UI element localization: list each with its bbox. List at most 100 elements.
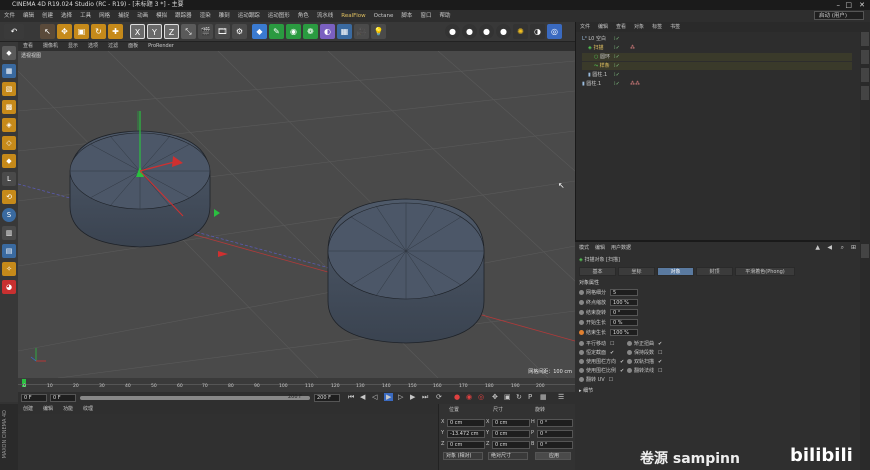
size-z-field[interactable]: 0 cm <box>492 441 530 449</box>
om-menu-bookmarks[interactable]: 书签 <box>666 22 684 32</box>
current-frame-field[interactable]: 0 F <box>21 394 47 402</box>
prev-frame-icon[interactable]: ◁ <box>372 393 377 401</box>
cylinder-right[interactable] <box>327 198 485 344</box>
rotation-b-field[interactable]: 0 ° <box>537 441 573 449</box>
camera-icon[interactable]: 🎥 <box>354 24 369 39</box>
menu-mograph[interactable]: 运动图形 <box>264 10 294 22</box>
mat-menu-edit[interactable]: 编辑 <box>38 404 58 414</box>
param-dot-icon[interactable] <box>627 368 632 373</box>
checkbox-icon[interactable]: ☐ <box>658 368 662 374</box>
checkbox-icon[interactable]: ✔ <box>620 368 624 374</box>
param-field[interactable]: 100 % <box>610 299 639 306</box>
maximize-icon[interactable]: □ <box>845 0 852 10</box>
menu-realflow[interactable]: RealFlow <box>337 10 369 22</box>
nav-back-icon[interactable]: ◀ <box>827 244 832 251</box>
lock-workplane-icon[interactable]: ▥ <box>2 226 16 240</box>
param-dot-icon[interactable] <box>579 290 584 295</box>
deformer-icon[interactable]: ◐ <box>320 24 335 39</box>
am-menu-userdata[interactable]: 用户数据 <box>611 244 631 251</box>
vp-menu-display[interactable]: 显示 <box>63 42 83 51</box>
menu-pipeline[interactable]: 流水线 <box>313 10 338 22</box>
checkbox-icon[interactable]: ✔ <box>620 359 624 365</box>
recent-tool-icon[interactable]: ✚ <box>108 24 123 39</box>
param-dot-icon[interactable] <box>579 341 584 346</box>
coordinate-mode-select[interactable]: 对象 (相对) <box>443 452 483 460</box>
scale-key-icon[interactable]: ▣ <box>504 393 511 401</box>
vp-menu-prorender[interactable]: ProRender <box>143 42 179 51</box>
record-icon[interactable]: ● <box>454 393 460 401</box>
end-frame-field[interactable]: 200 F <box>314 394 340 402</box>
coordinate-system-icon[interactable]: ⤡ <box>181 24 196 39</box>
menu-tools[interactable]: 工具 <box>76 10 95 22</box>
param-field[interactable]: 0 % <box>610 319 639 326</box>
tab-phong[interactable]: 平滑着色(Phong) <box>735 267 795 276</box>
param-dot-icon[interactable] <box>579 359 584 364</box>
om-menu-edit[interactable]: 编辑 <box>594 22 612 32</box>
tab-layers[interactable] <box>861 86 869 100</box>
checkbox-row[interactable]: 平行移动 ☐ <box>579 340 615 348</box>
visibility-icon[interactable]: ⁞✓ <box>614 44 620 52</box>
param-dot-icon[interactable] <box>627 341 632 346</box>
vp-menu-options[interactable]: 选项 <box>83 42 103 51</box>
vp-menu-cameras[interactable]: 摄像机 <box>38 42 63 51</box>
menu-octane[interactable]: Octane <box>370 10 398 22</box>
mat-menu-create[interactable]: 创建 <box>18 404 38 414</box>
object-row[interactable]: ▮ 圆柱.1 ⁞✓ ⁂⁂ <box>582 80 852 88</box>
edges-mode-icon[interactable]: ◇ <box>2 136 16 150</box>
workplane-icon[interactable]: ▩ <box>2 100 16 114</box>
om-menu-file[interactable]: 文件 <box>576 22 594 32</box>
octane-sun-icon[interactable]: ✺ <box>513 24 528 39</box>
tab-object[interactable]: 对象 <box>657 267 694 276</box>
material-list-area[interactable] <box>18 414 438 470</box>
vp-menu-view[interactable]: 查看 <box>18 42 38 51</box>
checkbox-row[interactable]: 使用围栏比例 ✔ <box>579 367 624 375</box>
menu-character[interactable]: 角色 <box>294 10 313 22</box>
tag-icon[interactable]: ⁂ <box>630 44 635 52</box>
checkbox-row[interactable]: 使用围栏方向 ✔ <box>579 358 624 366</box>
apply-button[interactable]: 应用 <box>535 452 571 460</box>
am-menu-mode[interactable]: 模式 <box>579 244 589 251</box>
timeline-ruler[interactable]: 0 10 20 30 40 50 60 70 80 90 100 110 120… <box>18 378 575 392</box>
tab-coord[interactable]: 坐标 <box>618 267 655 276</box>
param-dot-icon[interactable] <box>579 368 584 373</box>
octane-camera-icon[interactable]: ◎ <box>547 24 562 39</box>
z-axis-lock-icon[interactable]: Z <box>164 24 179 39</box>
play-icon[interactable]: ▶ <box>384 393 394 401</box>
array-icon[interactable]: ❁ <box>303 24 318 39</box>
octane-material-icon[interactable]: ● <box>462 24 477 39</box>
loop-icon[interactable]: ⟳ <box>436 393 442 401</box>
am-menu-edit[interactable]: 编辑 <box>595 244 605 251</box>
menu-snap[interactable]: 捕捉 <box>114 10 133 22</box>
checkbox-icon[interactable]: ☐ <box>658 350 662 356</box>
menu-script[interactable]: 脚本 <box>397 10 416 22</box>
vp-menu-filter[interactable]: 过滤 <box>103 42 123 51</box>
param-field[interactable]: 5 <box>610 289 639 296</box>
om-menu-view[interactable]: 查看 <box>612 22 630 32</box>
tab-attributes[interactable] <box>861 244 869 258</box>
axis-mode-icon[interactable]: L <box>2 172 16 186</box>
menu-mesh[interactable]: 网格 <box>95 10 114 22</box>
vp-menu-panel[interactable]: 面板 <box>123 42 143 51</box>
param-dot-icon[interactable] <box>579 310 584 315</box>
menu-simulate[interactable]: 模拟 <box>152 10 171 22</box>
menu-animate[interactable]: 动画 <box>133 10 152 22</box>
menu-help[interactable]: 帮助 <box>435 10 454 22</box>
menu-motion-tracking[interactable]: 运动跟踪 <box>234 10 264 22</box>
checkbox-row[interactable]: 双轨扫描 ✔ <box>627 358 662 366</box>
interface-select[interactable]: 启动 (用户) <box>814 11 864 20</box>
param-field[interactable]: 0 ° <box>610 309 639 316</box>
live-select-icon[interactable]: ↖ <box>40 24 55 39</box>
menu-file[interactable]: 文件 <box>0 10 19 22</box>
param-dot-icon[interactable] <box>627 350 632 355</box>
viewport-solo-icon[interactable]: ◕ <box>2 280 16 294</box>
octane-sphere-icon[interactable]: ● <box>445 24 460 39</box>
scale-icon[interactable]: ▣ <box>74 24 89 39</box>
goto-start-icon[interactable]: ⏮ <box>348 393 354 402</box>
checkbox-icon[interactable]: ✔ <box>658 341 662 347</box>
position-z-field[interactable]: 0 cm <box>447 441 485 449</box>
checkbox-row[interactable]: 矫正扭曲 ✔ <box>627 340 662 348</box>
visibility-icon[interactable]: ⁞✓ <box>614 62 620 70</box>
tab-content-browser[interactable] <box>861 50 869 64</box>
model-mode-icon[interactable]: ▦ <box>2 64 16 78</box>
menu-render[interactable]: 渲染 <box>196 10 215 22</box>
